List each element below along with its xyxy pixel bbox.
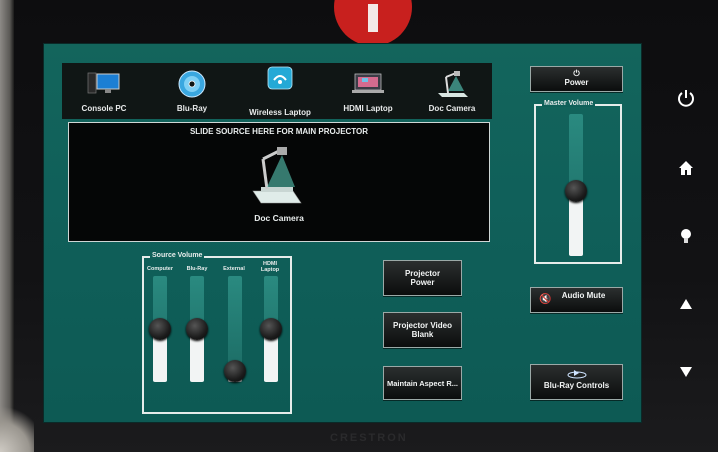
projector-slide-hint: SLIDE SOURCE HERE FOR MAIN PROJECTOR	[189, 127, 369, 136]
slider-knob-hdmi-laptop[interactable]	[260, 318, 282, 340]
source-console-pc[interactable]: Console PC	[64, 63, 144, 119]
speaker-mute-icon: 🔇	[539, 294, 552, 305]
wall-corner	[0, 396, 34, 452]
disc-icon	[178, 70, 206, 98]
source-blu-ray[interactable]: Blu-Ray	[152, 63, 232, 119]
doc-camera-icon	[438, 71, 468, 97]
source-hdmi-laptop[interactable]: HDMI Laptop	[328, 63, 408, 119]
source-selection-bar: Console PC Blu-Ray Wireless Laptop HDMI …	[62, 63, 492, 119]
laptop-icon	[352, 73, 384, 93]
button-label: Projector Power	[404, 269, 441, 287]
master-volume-title: Master Volume	[542, 100, 596, 107]
slider-label-blu-ray: Blu-Ray	[186, 266, 208, 272]
lightbulb-icon[interactable]	[676, 226, 696, 246]
slider-label-computer: Computer	[147, 266, 173, 272]
arrow-up-icon[interactable]	[676, 296, 696, 312]
source-volume-title: Source Volume	[150, 252, 205, 259]
source-label: Wireless Laptop	[249, 108, 311, 117]
active-source-label: Doc Camera	[254, 213, 304, 223]
main-projector-drop-area[interactable]: SLIDE SOURCE HERE FOR MAIN PROJECTOR Doc…	[68, 122, 490, 242]
projector-video-blank-button[interactable]: Projector Video Blank	[383, 312, 462, 348]
slider-knob-blu-ray[interactable]	[186, 318, 208, 340]
wireless-icon	[267, 66, 293, 90]
slider-label-hdmi-laptop: HDMI Laptop	[260, 261, 280, 273]
slider-knob-computer[interactable]	[149, 318, 171, 340]
button-label: Projector Video Blank	[393, 321, 452, 339]
home-icon[interactable]	[676, 158, 696, 178]
source-doc-camera[interactable]: Doc Camera	[412, 63, 492, 119]
master-volume-knob[interactable]	[565, 180, 587, 202]
brand-logo: CRESTRON	[330, 432, 408, 444]
power-icon[interactable]	[676, 88, 696, 108]
bluray-logo-icon	[567, 370, 586, 379]
wall-edge	[0, 0, 14, 452]
button-label: Maintain Aspect R...	[387, 379, 458, 388]
monitor-pc-icon	[87, 72, 120, 94]
power-icon: ⏻	[573, 69, 580, 78]
button-label: Power	[564, 78, 589, 87]
button-label: Blu-Ray Controls	[543, 381, 610, 390]
projector-power-button[interactable]: Projector Power	[383, 260, 462, 296]
maintain-aspect-button[interactable]: Maintain Aspect R...	[383, 366, 462, 400]
slider-knob-external[interactable]	[224, 360, 246, 382]
arrow-down-icon[interactable]	[676, 364, 696, 380]
blu-ray-controls-button[interactable]: Blu-Ray Controls	[530, 364, 623, 400]
audio-mute-button[interactable]: 🔇 Audio Mute	[530, 287, 623, 313]
power-button[interactable]: ⏻ Power	[530, 66, 623, 92]
source-wireless-laptop[interactable]: Wireless Laptop	[240, 63, 320, 119]
doc-camera-icon	[252, 147, 302, 204]
slider-label-external: External	[223, 266, 245, 272]
